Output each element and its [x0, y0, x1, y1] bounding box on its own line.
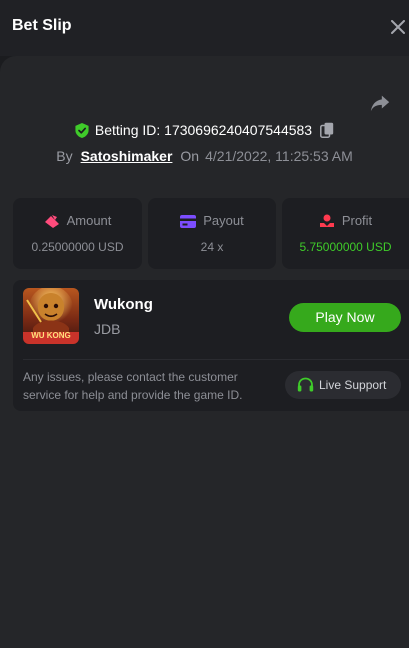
play-now-button[interactable]: Play Now	[289, 303, 401, 332]
betting-id-value: 1730696240407544583	[164, 122, 313, 138]
on-label: On	[180, 148, 200, 164]
close-button[interactable]	[389, 16, 407, 38]
username-link[interactable]: Satoshimaker	[81, 148, 173, 164]
game-provider: JDB	[94, 321, 121, 337]
share-icon	[370, 95, 390, 112]
betting-id-row: Betting ID: 1730696240407544583	[0, 122, 409, 138]
amount-value: 0.25000000 USD	[31, 240, 124, 254]
amount-card: Amount 0.25000000 USD	[13, 198, 142, 269]
shield-check-icon	[75, 123, 89, 138]
payout-label: Payout	[203, 213, 244, 228]
headset-icon	[297, 377, 314, 392]
bet-date: 4/21/2022, 11:25:53 AM	[205, 148, 353, 164]
payout-value: 24 x	[200, 240, 224, 254]
profit-value: 5.75000000 USD	[299, 240, 392, 254]
modal-header: Bet Slip	[0, 0, 409, 56]
card-icon	[180, 215, 197, 228]
share-button[interactable]	[369, 92, 391, 114]
divider	[23, 359, 409, 360]
issue-notice: Any issues, please contact the customer …	[23, 370, 243, 402]
close-icon	[391, 20, 405, 34]
payout-card: Payout 24 x	[148, 198, 276, 269]
game-card: WU KONG Wukong JDB Play Now Any issues, …	[13, 280, 409, 411]
betting-id-label: Betting ID:	[94, 122, 161, 138]
profit-card: Profit 5.75000000 USD	[282, 198, 409, 269]
game-name: Wukong	[94, 296, 153, 313]
bet-meta-row: By Satoshimaker On 4/21/2022, 11:25:53 AM	[0, 148, 409, 164]
modal-title: Bet Slip	[12, 17, 72, 34]
bet-icon	[44, 215, 59, 228]
game-logo-text: WU KONG	[31, 331, 71, 340]
game-thumbnail[interactable]: WU KONG	[23, 288, 79, 344]
profit-icon	[319, 214, 334, 227]
copy-icon[interactable]	[320, 122, 334, 138]
live-support-label: Live Support	[319, 378, 387, 392]
profit-label: Profit	[341, 213, 373, 228]
by-label: By	[56, 148, 73, 164]
live-support-button[interactable]: Live Support	[285, 371, 401, 399]
amount-label: Amount	[66, 213, 112, 228]
